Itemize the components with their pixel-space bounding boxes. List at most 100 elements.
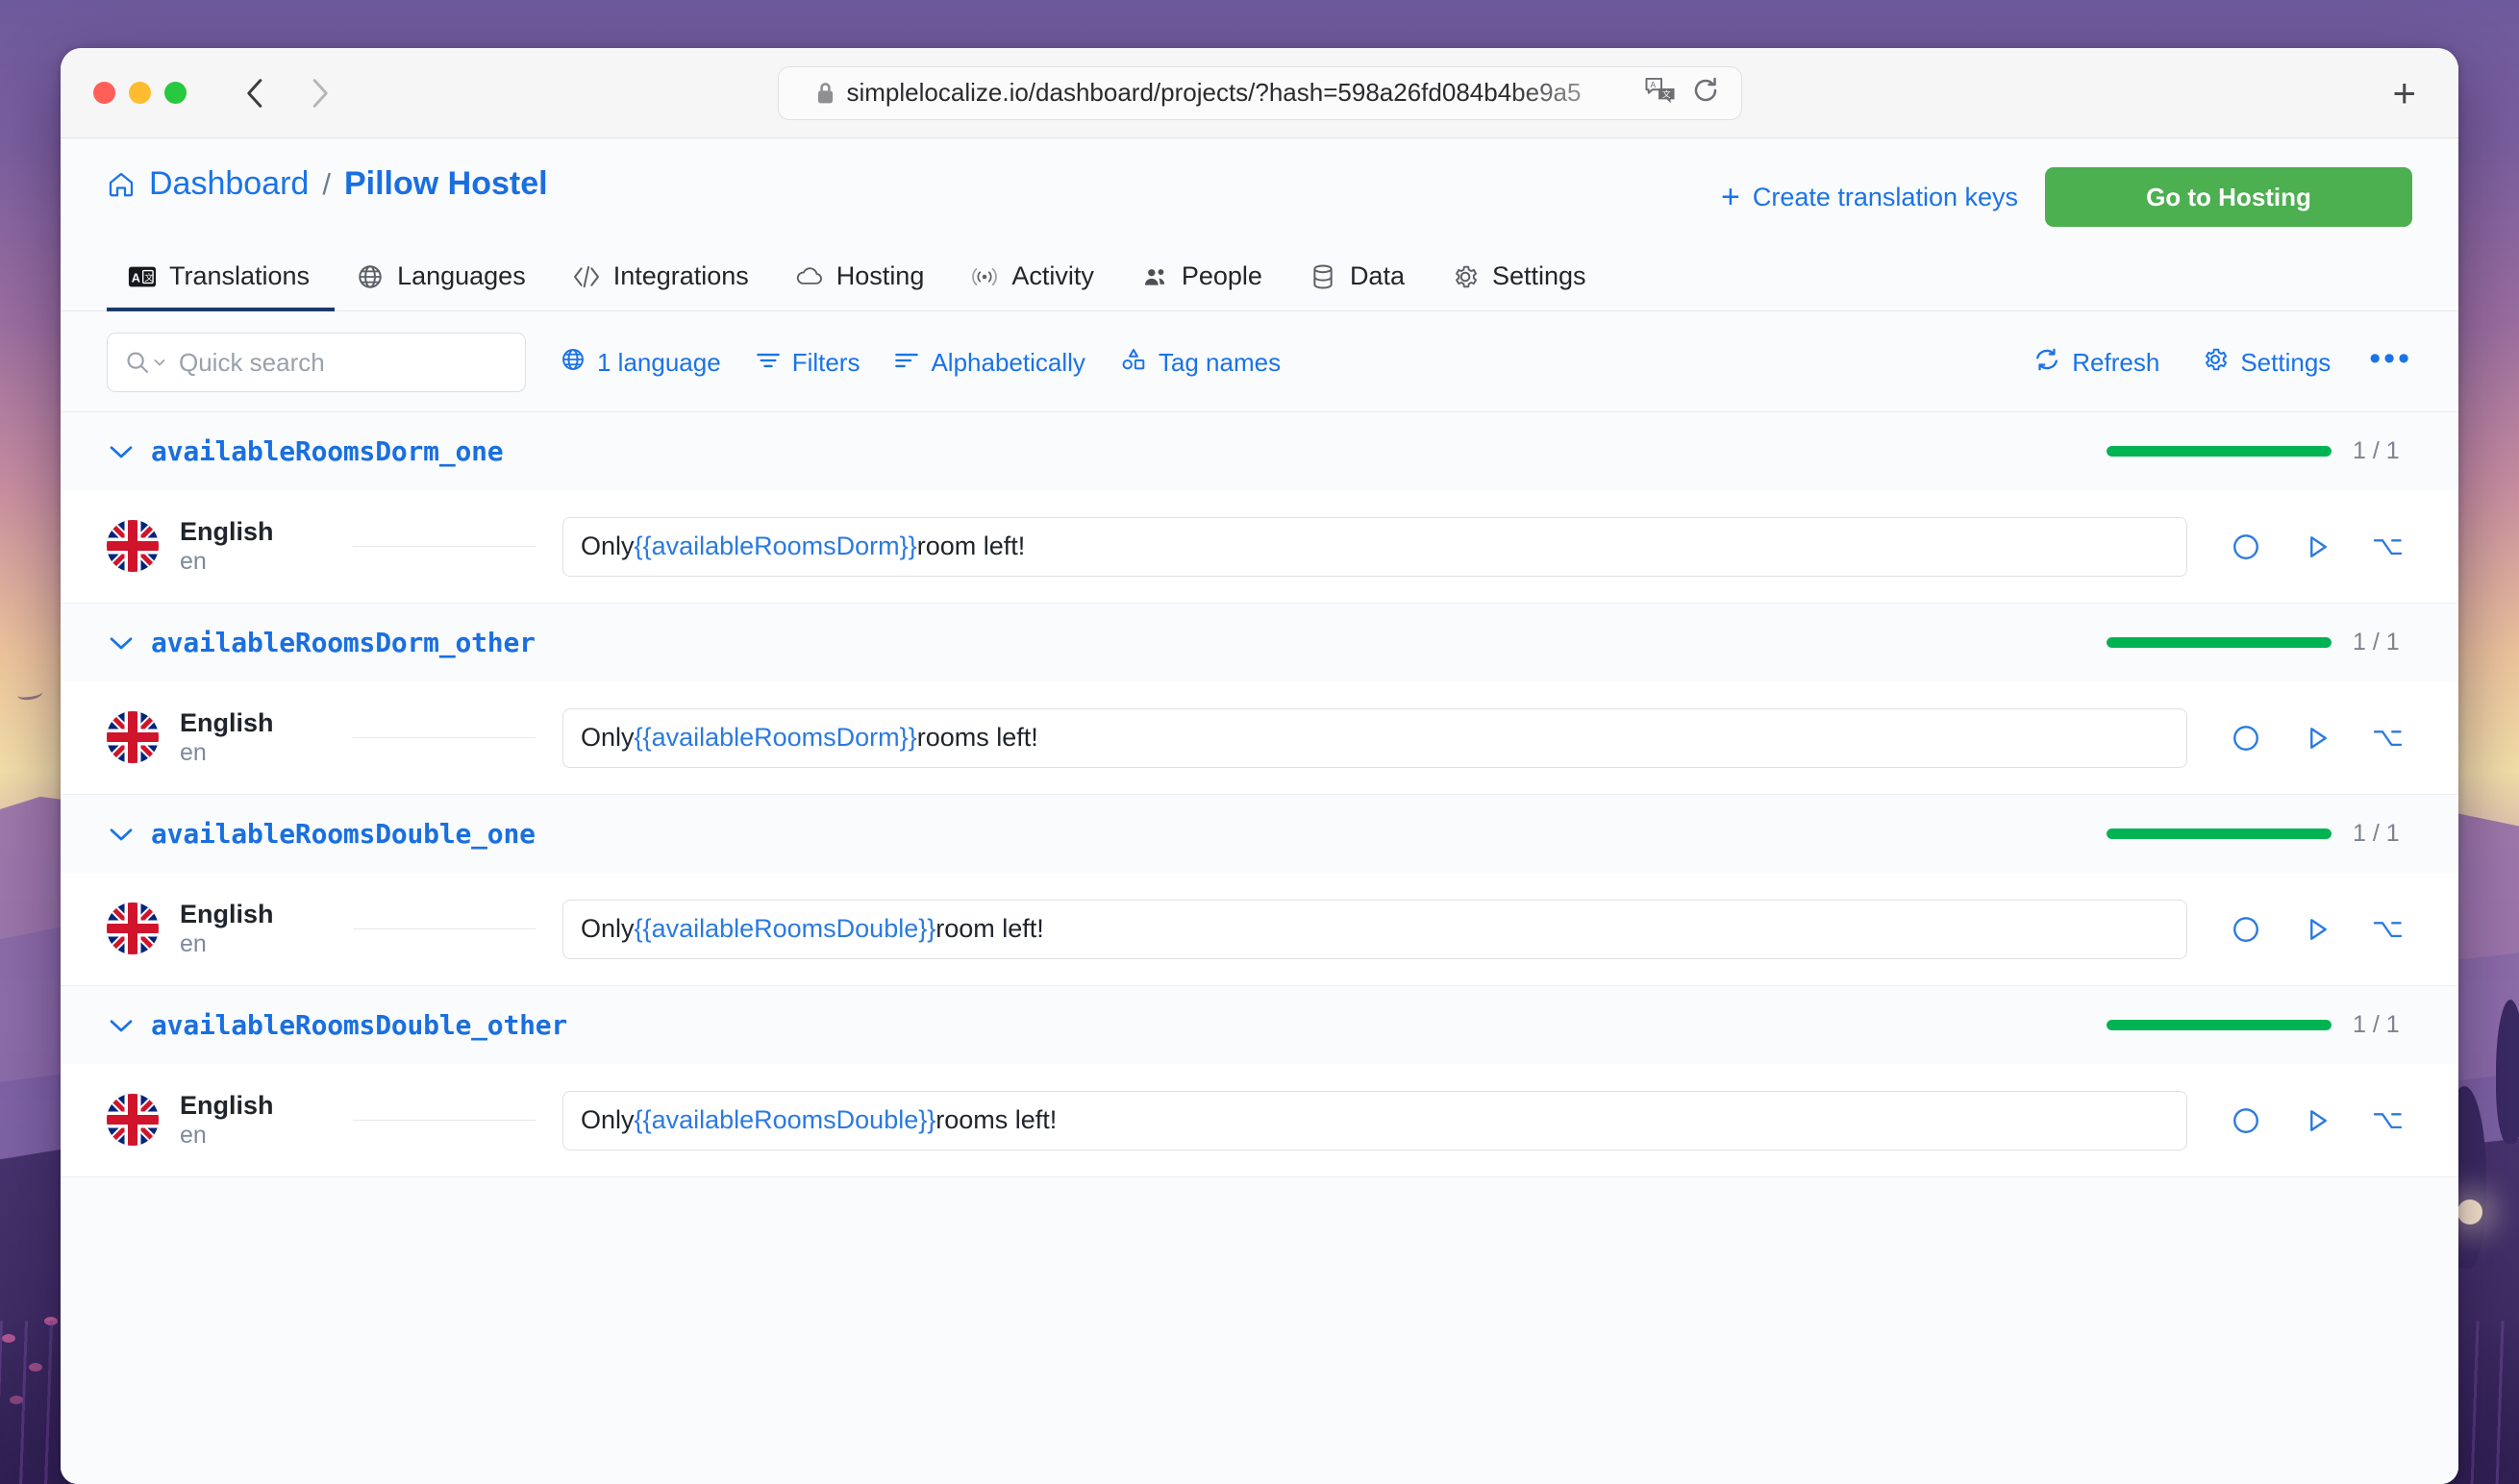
sort-button[interactable]: Alphabetically xyxy=(894,348,1085,378)
sort-icon xyxy=(894,348,919,378)
tab-label: Data xyxy=(1349,261,1405,290)
play-icon[interactable] xyxy=(2301,722,2333,754)
progress-bar xyxy=(2107,829,2332,839)
option-key-icon[interactable] xyxy=(2372,913,2405,946)
play-icon[interactable] xyxy=(2301,1104,2333,1137)
language-code: en xyxy=(180,547,207,575)
tab-label: Settings xyxy=(1491,261,1586,290)
circle-status-icon[interactable] xyxy=(2230,1104,2262,1137)
tab-data[interactable]: Data xyxy=(1287,248,1430,310)
play-icon[interactable] xyxy=(2301,531,2333,563)
lock-icon xyxy=(815,81,836,106)
main-nav-tabs: A 文 Translations Languages Integrations … xyxy=(61,248,2458,311)
option-key-icon[interactable] xyxy=(2372,722,2405,754)
tab-integrations[interactable]: Integrations xyxy=(551,248,774,310)
translation-key-name[interactable]: availableRoomsDorm_one xyxy=(151,435,504,467)
language-info: English en xyxy=(180,1091,274,1150)
chevron-down-icon[interactable] xyxy=(107,633,151,653)
address-bar[interactable]: simplelocalize.io/dashboard/projects/?ha… xyxy=(777,65,1742,120)
progress-count: 1 / 1 xyxy=(2353,437,2400,464)
go-to-hosting-button[interactable]: Go to Hosting xyxy=(2045,167,2412,227)
new-tab-button[interactable]: + xyxy=(2392,72,2416,113)
progress-bar xyxy=(2107,637,2332,648)
more-options-button[interactable]: ••• xyxy=(2369,342,2412,383)
tab-activity[interactable]: Activity xyxy=(949,248,1119,310)
toolbar-right-group: Refresh Settings ••• xyxy=(1991,342,2412,383)
app-header: Dashboard / Pillow Hostel + Create trans… xyxy=(61,138,2458,227)
header-actions: + Create translation keys Go to Hosting xyxy=(1721,167,2412,227)
translation-list: availableRoomsDorm_one 1 / 1 English en xyxy=(61,411,2458,1484)
option-key-icon[interactable] xyxy=(2372,531,2405,563)
progress-bar xyxy=(2107,1020,2332,1030)
language-filter-button[interactable]: 1 language xyxy=(561,347,721,379)
row-leader-line xyxy=(353,1120,536,1121)
option-key-icon[interactable] xyxy=(2372,1104,2405,1137)
translation-key-name[interactable]: availableRoomsDorm_other xyxy=(151,627,536,658)
translation-value-input[interactable]: Only {{availableRoomsDorm}} room left! xyxy=(562,516,2187,577)
tab-label: Hosting xyxy=(836,261,925,290)
refresh-label: Refresh xyxy=(2072,347,2160,377)
translation-value-row: English en Only {{availableRoomsDouble}}… xyxy=(61,873,2458,985)
translation-key-name[interactable]: availableRoomsDouble_one xyxy=(151,818,536,850)
tab-label: Integrations xyxy=(612,261,749,290)
chevron-down-icon[interactable] xyxy=(107,1016,151,1035)
language-info: English en xyxy=(180,708,274,767)
tab-settings[interactable]: Settings xyxy=(1430,248,1611,310)
list-settings-button[interactable]: Settings xyxy=(2202,346,2331,380)
tab-translations[interactable]: A 文 Translations xyxy=(107,248,336,311)
translation-value-row: English en Only {{availableRoomsDorm}} r… xyxy=(61,681,2458,794)
translation-key-row[interactable]: availableRoomsDouble_other 1 / 1 xyxy=(61,985,2458,1064)
back-arrow-icon[interactable] xyxy=(239,77,272,110)
create-keys-label: Create translation keys xyxy=(1752,182,2018,211)
maximize-window-button[interactable] xyxy=(164,82,187,104)
value-suffix: rooms left! xyxy=(935,1105,1058,1134)
filters-label: Filters xyxy=(791,347,860,377)
translation-value-input[interactable]: Only {{availableRoomsDouble}} rooms left… xyxy=(562,1090,2187,1150)
forward-arrow-icon[interactable] xyxy=(303,77,336,110)
translation-key-name[interactable]: availableRoomsDouble_other xyxy=(151,1009,567,1041)
home-icon[interactable] xyxy=(107,170,136,199)
people-icon xyxy=(1140,264,1169,289)
chevron-down-icon[interactable] xyxy=(107,442,151,461)
address-bar-container: simplelocalize.io/dashboard/projects/?ha… xyxy=(61,65,2458,120)
globe-icon xyxy=(356,263,385,290)
translation-key-progress-group: 1 / 1 xyxy=(2107,629,2412,656)
circle-status-icon[interactable] xyxy=(2230,722,2262,754)
tab-label: People xyxy=(1181,261,1262,290)
search-input[interactable]: Quick search xyxy=(107,333,526,392)
globe-icon xyxy=(561,347,586,379)
translation-value-input[interactable]: Only {{availableRoomsDorm}} rooms left! xyxy=(562,707,2187,768)
translation-value-input[interactable]: Only {{availableRoomsDouble}} room left! xyxy=(562,899,2187,959)
window-controls[interactable] xyxy=(93,82,187,104)
language-code: en xyxy=(180,929,207,957)
value-variable: {{availableRoomsDouble}} xyxy=(634,914,936,943)
tab-hosting[interactable]: Hosting xyxy=(774,248,950,310)
filters-button[interactable]: Filters xyxy=(756,348,860,378)
minimize-window-button[interactable] xyxy=(129,82,151,104)
progress-count: 1 / 1 xyxy=(2353,1011,2400,1038)
language-name: English xyxy=(180,899,274,928)
circle-status-icon[interactable] xyxy=(2230,913,2262,946)
refresh-button[interactable]: Refresh xyxy=(2033,346,2159,380)
breadcrumb-dashboard[interactable]: Dashboard xyxy=(149,165,309,203)
translate-page-icon[interactable]: A 文 xyxy=(1644,76,1676,110)
language-code: en xyxy=(180,738,207,766)
breadcrumb-project[interactable]: Pillow Hostel xyxy=(344,165,548,203)
tab-languages[interactable]: Languages xyxy=(335,248,551,310)
tab-label: Translations xyxy=(169,261,311,290)
circle-status-icon[interactable] xyxy=(2230,531,2262,563)
close-window-button[interactable] xyxy=(93,82,115,104)
translation-key-row[interactable]: availableRoomsDorm_one 1 / 1 xyxy=(61,411,2458,490)
play-icon[interactable] xyxy=(2301,913,2333,946)
translation-key-row[interactable]: availableRoomsDorm_other 1 / 1 xyxy=(61,603,2458,681)
language-cell: English en xyxy=(107,900,347,958)
translation-key-progress-group: 1 / 1 xyxy=(2107,437,2412,465)
reload-icon[interactable] xyxy=(1691,76,1720,110)
create-translation-keys-button[interactable]: + Create translation keys xyxy=(1721,181,2018,213)
chevron-down-icon[interactable] xyxy=(107,825,151,844)
language-info: English en xyxy=(180,900,274,958)
tag-names-button[interactable]: Tag names xyxy=(1120,347,1281,379)
language-name: English xyxy=(180,707,274,737)
tab-people[interactable]: People xyxy=(1119,248,1287,310)
translation-key-row[interactable]: availableRoomsDouble_one 1 / 1 xyxy=(61,794,2458,873)
